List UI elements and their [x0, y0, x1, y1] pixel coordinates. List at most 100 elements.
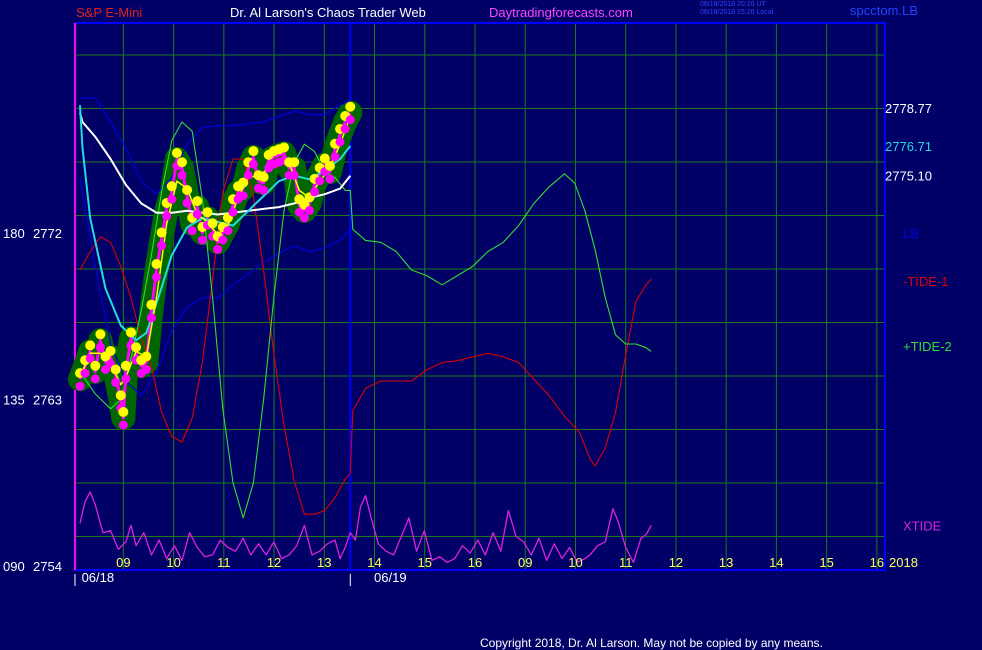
- price-low-dot: [325, 174, 335, 184]
- price-level-label: 2776.71: [885, 139, 932, 154]
- price-close-dot: [115, 390, 126, 401]
- x-tick-label: 16: [468, 555, 482, 570]
- x-tick-label: 12: [267, 555, 281, 570]
- plot-border: [74, 22, 886, 571]
- price-close-dot: [105, 345, 116, 356]
- y-tick-label: 2763: [33, 393, 62, 408]
- y-tick-label: 2772: [33, 226, 62, 241]
- x-tick-label: 13: [317, 555, 331, 570]
- price-low-dot: [177, 170, 187, 180]
- price-close-dot: [324, 160, 335, 171]
- product-code: spcctom.LB: [850, 3, 918, 18]
- price-low-dot: [259, 185, 269, 195]
- year-label: 2018: [889, 555, 918, 570]
- price-close-dot: [118, 407, 129, 417]
- price-low-dot: [141, 365, 151, 374]
- x-tick-label: 16: [870, 555, 884, 570]
- price-close-dot: [95, 329, 106, 340]
- price-close-dot: [120, 360, 131, 371]
- price-low-dot: [146, 313, 156, 323]
- chart-frame: [74, 22, 886, 571]
- x-tick-label: 11: [619, 555, 633, 570]
- price-low-dot: [75, 381, 85, 391]
- y-index-label: 180: [3, 226, 25, 241]
- price-low-dot: [90, 374, 100, 384]
- price-close-dot: [192, 196, 203, 207]
- price-close-dot: [207, 218, 218, 229]
- price-low-dot: [228, 207, 238, 217]
- price-low-dot: [330, 152, 340, 162]
- price-low-dot: [243, 170, 253, 180]
- y-tick-label: 2754: [33, 559, 62, 574]
- price-low-dot: [238, 191, 248, 201]
- price-low-dot: [345, 115, 355, 125]
- price-close-dot: [126, 327, 136, 338]
- price-low-dot: [95, 342, 105, 352]
- price-close-dot: [156, 227, 167, 238]
- x-tick-label: 10: [568, 555, 582, 570]
- price-chart: 09 10 11 12 13 14 15 16 09 10 11 12 13 14 15 16 06/18 06/…: [3, 1, 952, 650]
- price-low-dot: [192, 209, 202, 219]
- chart-grid: [75, 23, 885, 570]
- x-tick-label: 10: [166, 555, 180, 570]
- site-title: Dr. Al Larson's Chaos Trader Web: [230, 5, 426, 20]
- y-index-label: 090: [3, 559, 25, 574]
- price-close-dot: [182, 185, 193, 195]
- price-close-dot: [248, 146, 259, 157]
- site-url[interactable]: Daytradingforecasts.com: [489, 5, 633, 20]
- price-level-label: 2778.77: [885, 101, 932, 116]
- price-close-dot: [202, 207, 213, 218]
- price-close-dot: [131, 342, 142, 353]
- symbol-title: S&P E-Mini: [76, 5, 142, 20]
- price-level-label: 2775.10: [885, 169, 932, 184]
- x-tick-label: 14: [367, 555, 381, 570]
- price-close-dot: [345, 101, 356, 112]
- price-low-dot: [248, 159, 258, 169]
- series-label: LB: [903, 226, 919, 241]
- price-close-dot: [258, 172, 269, 183]
- price-low-dot: [182, 198, 192, 208]
- price-low-dot: [118, 420, 128, 430]
- date-label: 06/18: [82, 570, 115, 585]
- price-low-dot: [111, 377, 121, 387]
- price-low-dot: [289, 170, 299, 180]
- y-index-label: 135: [3, 393, 25, 408]
- price-close-dot: [171, 148, 182, 158]
- price-low-dot: [340, 124, 350, 134]
- price-close-dot: [110, 364, 121, 375]
- timestamp-local: 06/18/2018 15:20 Local: [700, 9, 774, 16]
- price-close-dot: [90, 360, 101, 371]
- x-tick-label: 14: [769, 555, 783, 570]
- price-low-dot: [167, 194, 177, 204]
- price-close-dot: [85, 340, 96, 351]
- x-tick-label: 13: [719, 555, 733, 570]
- price-low-dot: [121, 374, 131, 384]
- price-low-dot: [218, 235, 228, 245]
- xtide-line: [79, 491, 652, 563]
- date-label: 06/19: [374, 570, 407, 585]
- price-low-dot: [162, 211, 172, 221]
- price-close-dot: [141, 351, 152, 362]
- price-low-dot: [80, 368, 90, 378]
- price-low-dot: [335, 137, 345, 147]
- price-close-dot: [151, 259, 162, 269]
- price-low-dot: [157, 241, 167, 251]
- x-tick-label: 15: [819, 555, 833, 570]
- price-low-dot: [315, 176, 325, 186]
- price-close-dot: [177, 157, 187, 168]
- price-low-dot: [197, 235, 207, 245]
- x-tick-label: 09: [116, 555, 130, 570]
- x-tick-label: 12: [669, 555, 683, 570]
- price-low-dot: [223, 226, 233, 236]
- x-tick-label: 09: [518, 555, 532, 570]
- price-low-dot: [299, 213, 309, 223]
- price-low-dot: [310, 187, 320, 197]
- series-label: XTIDE: [903, 518, 942, 533]
- series-label: -TIDE-1: [903, 274, 949, 289]
- price-close-dot: [166, 181, 177, 192]
- x-tick-label: 11: [217, 555, 231, 570]
- price-close-dot: [146, 299, 157, 310]
- price-close-dot: [279, 142, 289, 153]
- series-label: +TIDE-2: [903, 339, 952, 354]
- price-low-dot: [213, 244, 223, 254]
